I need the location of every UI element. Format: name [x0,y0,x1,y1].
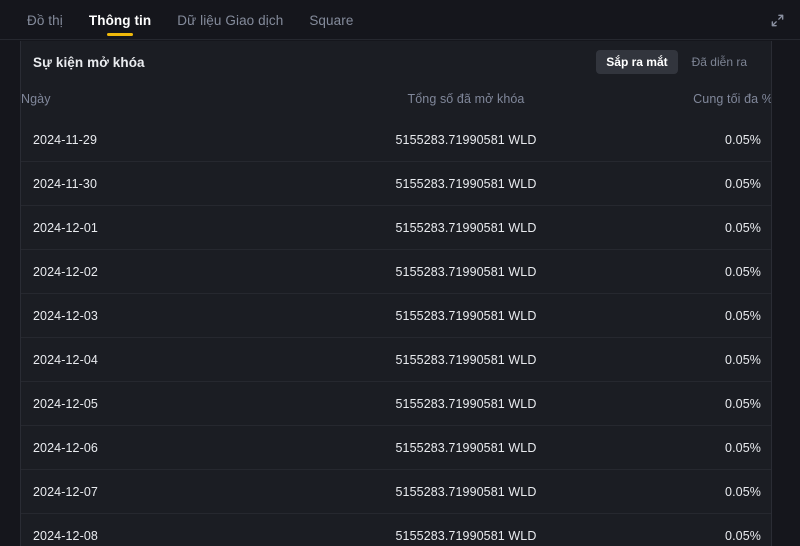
segmented-control: Sắp ra mắt Đã diễn ra [596,50,757,74]
tab-thong-tin[interactable]: Thông tin [76,0,164,40]
table-row: 2024-11-29 5155283.71990581 WLD 0.05% [21,118,771,162]
cell-amount: 5155283.71990581 WLD [321,425,611,470]
cell-pct: 0.05% [725,132,761,147]
tab-label: Đồ thị [27,12,63,28]
cell-pct: 0.05% [611,469,771,514]
table-row: 2024-12-05 5155283.71990581 WLD 0.05% [21,381,771,426]
cell-amount: 5155283.71990581 WLD [395,132,537,147]
cell-amount: 5155283.71990581 WLD [321,513,611,546]
cell-pct: 0.05% [611,205,771,250]
expand-fullscreen-icon [770,13,785,28]
cell-date: 2024-12-05 [21,381,321,426]
cell-date: 2024-12-03 [21,293,321,338]
cell-date: 2024-12-02 [21,249,321,294]
segment-upcoming[interactable]: Sắp ra mắt [596,50,678,74]
tab-active-underline [107,33,134,36]
cell-date: 2024-12-04 [21,337,321,382]
tab-label: Thông tin [88,12,152,28]
cell-amount: 5155283.71990581 WLD [321,249,611,294]
cell-pct: 0.05% [611,513,771,546]
tab-bar: Đồ thị Thông tin Dữ liệu Giao dịch Squar… [0,0,800,40]
token-unlock-panel-app: Đồ thị Thông tin Dữ liệu Giao dịch Squar… [0,0,800,546]
table-header: Ngày Tổng số đã mở khóa Cung tối đa % [21,83,772,118]
tab-label: Square [309,12,354,28]
cell-date: 2024-12-07 [21,469,321,514]
unlock-events-panel: Sự kiện mở khóa Sắp ra mắt Đã diễn ra Ng… [20,41,772,546]
table-row: 2024-12-08 5155283.71990581 WLD 0.05% [21,513,771,546]
table-row: 2024-12-07 5155283.71990581 WLD 0.05% [21,469,771,514]
table-header-row: Ngày Tổng số đã mở khóa Cung tối đa % [21,83,772,118]
column-header-date: Ngày [21,92,51,106]
table-row: 2024-12-01 5155283.71990581 WLD 0.05% [21,205,771,250]
tab-du-lieu-giao-dich[interactable]: Dữ liệu Giao dịch [164,0,296,40]
table-row: 2024-12-04 5155283.71990581 WLD 0.05% [21,337,771,382]
panel-title: Sự kiện mở khóa [33,54,145,70]
table-row: 2024-12-02 5155283.71990581 WLD 0.05% [21,249,771,294]
panel-header: Sự kiện mở khóa Sắp ra mắt Đã diễn ra [21,41,771,83]
cell-pct: 0.05% [611,293,771,338]
expand-fullscreen-button[interactable] [764,8,790,32]
tab-square[interactable]: Square [296,0,366,40]
table-body: 2024-11-29 5155283.71990581 WLD 0.05% 20… [21,118,771,546]
cell-amount: 5155283.71990581 WLD [321,161,611,206]
table-row: 2024-11-30 5155283.71990581 WLD 0.05% [21,161,771,206]
table-row: 2024-12-03 5155283.71990581 WLD 0.05% [21,293,771,338]
cell-pct: 0.05% [611,337,771,382]
cell-pct: 0.05% [611,425,771,470]
cell-amount: 5155283.71990581 WLD [321,469,611,514]
cell-date: 2024-11-30 [21,161,321,206]
tab-do-thi[interactable]: Đồ thị [14,0,76,40]
segment-past[interactable]: Đã diễn ra [682,50,757,74]
cell-pct: 0.05% [611,249,771,294]
cell-amount: 5155283.71990581 WLD [321,337,611,382]
cell-date: 2024-12-08 [21,513,321,546]
cell-date: 2024-12-01 [21,205,321,250]
column-header-amount: Tổng số đã mở khóa [407,92,525,106]
cell-date: 2024-11-29 [33,132,98,147]
cell-amount: 5155283.71990581 WLD [321,381,611,426]
cell-pct: 0.05% [611,381,771,426]
cell-date: 2024-12-06 [21,425,321,470]
cell-pct: 0.05% [611,161,771,206]
cell-amount: 5155283.71990581 WLD [321,205,611,250]
table-row: 2024-12-06 5155283.71990581 WLD 0.05% [21,425,771,470]
column-header-pct: Cung tối đa % [693,92,772,106]
cell-amount: 5155283.71990581 WLD [321,293,611,338]
tab-label: Dữ liệu Giao dịch [177,12,284,28]
unlock-events-table: Ngày Tổng số đã mở khóa Cung tối đa % 20… [21,83,772,546]
